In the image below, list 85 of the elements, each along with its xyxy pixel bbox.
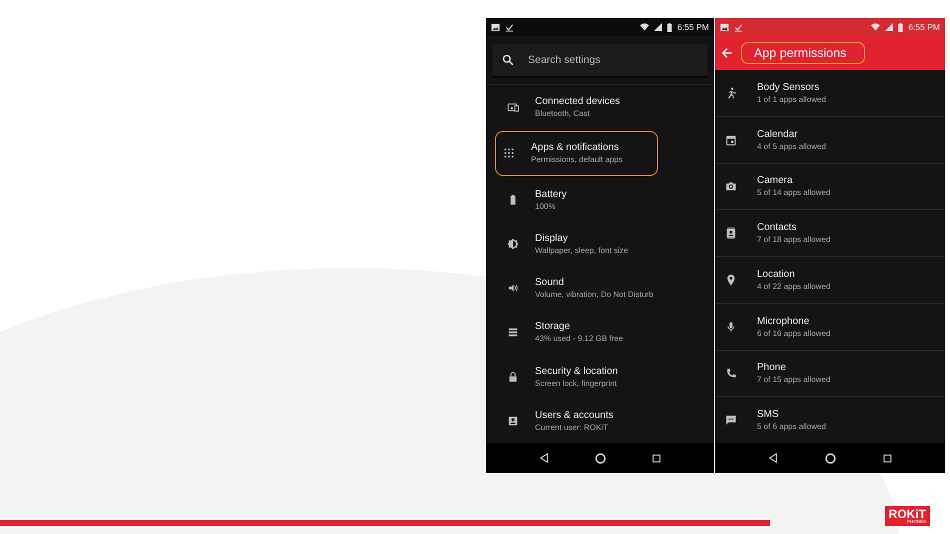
signal-icon [885,23,894,31]
item-title: Connected devices [535,96,620,108]
item-title: Calendar [757,128,799,140]
item-title: Display [535,232,569,244]
item-title: Sound [535,277,565,288]
devices-icon [507,101,519,114]
item-subtitle: Bluetooth, Cast [535,109,591,118]
item-subtitle: 7 of 15 apps allowed [757,375,830,384]
item-title: Storage [535,321,572,332]
settings-item[interactable]: Users & accounts Current user: ROKiT [490,398,710,443]
settings-item[interactable]: Connected devices Bluetooth, Cast [490,85,710,130]
image-icon [491,22,500,32]
wifi-icon [871,23,880,31]
location-icon [725,274,737,286]
item-title: SMS [757,409,780,420]
storage-icon [507,326,519,338]
screen-title: App permissions [741,42,866,64]
item-subtitle: 43% used - 9.12 GB free [535,334,624,344]
item-title: Location [757,268,796,280]
battery-icon [667,22,672,32]
item-title: Camera [757,175,794,186]
permission-item[interactable]: Phone 7 of 15 apps allowed [715,350,945,398]
permission-item[interactable]: Location 4 of 22 apps allowed [715,257,945,304]
permission-item[interactable]: Contacts 7 of 18 apps allowed [715,210,945,257]
settings-item[interactable]: Battery 100% [490,178,710,222]
settings-item[interactable]: Storage 43% used - 9.12 GB free [490,310,710,354]
item-title: Battery [535,188,567,200]
camera-icon [725,180,737,192]
recents-icon[interactable] [652,454,661,462]
back-icon[interactable] [539,453,549,463]
download-done-icon [505,22,514,32]
lock-icon [507,370,519,383]
item-title: Users & accounts [535,410,614,421]
item-subtitle: Screen lock, fingerprint [535,378,618,388]
settings-item[interactable]: Display Wallpaper, sleep, font size [490,222,710,266]
item-subtitle: 5 of 6 apps allowed [757,422,826,432]
phone-icon [725,367,737,380]
search-field[interactable]: Search settings [492,44,708,76]
item-title: Body Sensors [757,82,820,93]
permission-item[interactable]: Microphone 6 of 16 apps allowed [715,304,945,350]
settings-item[interactable]: Sound Volume, vibration, Do Not Disturb [490,266,710,310]
permission-item[interactable]: SMS 5 of 6 apps allowed [715,397,945,443]
battery-icon [898,22,904,32]
item-subtitle: 6 of 16 apps allowed [757,328,830,338]
item-subtitle: 4 of 22 apps allowed [757,282,830,291]
contacts-icon [725,227,737,240]
back-icon[interactable] [768,453,778,463]
item-subtitle: Volume, vibration, Do Not Disturb [535,290,654,300]
permission-item[interactable]: Calendar 4 of 5 apps allowed [715,116,945,164]
item-title: Phone [757,362,787,374]
back-arrow-icon[interactable] [721,47,733,59]
item-title: Security & location [535,366,618,377]
item-subtitle: 1 of 1 apps allowed [757,94,826,104]
account-icon [507,414,519,427]
recents-icon[interactable] [882,454,892,462]
item-title: Microphone [757,316,810,327]
item-title: Contacts [757,222,798,234]
status-time: 6:55 PM [677,22,709,32]
status-time: 6:55 PM [908,22,940,32]
item-subtitle: 5 of 14 apps allowed [757,188,830,198]
signal-icon [654,23,662,31]
download-done-icon [734,22,743,32]
calendar-icon [725,134,737,146]
settings-item[interactable]: Security & location Screen lock, fingerprint [490,354,710,399]
mic-icon [725,320,737,333]
apps-icon [503,147,515,160]
logo-name: ROKiT [888,508,926,520]
item-title: Apps & notifications [531,142,620,154]
item-subtitle: 7 of 18 apps allowed [757,235,830,244]
item-subtitle: Current user: ROKiT [535,422,609,432]
display-icon [507,238,519,250]
sms-icon [725,414,737,426]
permission-item[interactable]: Body Sensors 1 of 1 apps allowed [715,70,945,117]
item-subtitle: 100% [535,202,556,211]
item-subtitle: Wallpaper, sleep, font size [535,246,628,255]
wifi-icon [640,23,650,31]
permission-item[interactable]: Camera 5 of 14 apps allowed [715,164,945,210]
item-subtitle: Permissions, default apps [531,155,623,164]
image-icon [720,22,729,32]
search-icon [502,54,514,66]
run-icon [725,86,737,99]
settings-item[interactable]: Apps & notifications Permissions, default apps [495,131,658,176]
home-icon[interactable] [824,452,836,464]
item-subtitle: 4 of 5 apps allowed [757,142,826,151]
home-icon[interactable] [595,452,606,464]
